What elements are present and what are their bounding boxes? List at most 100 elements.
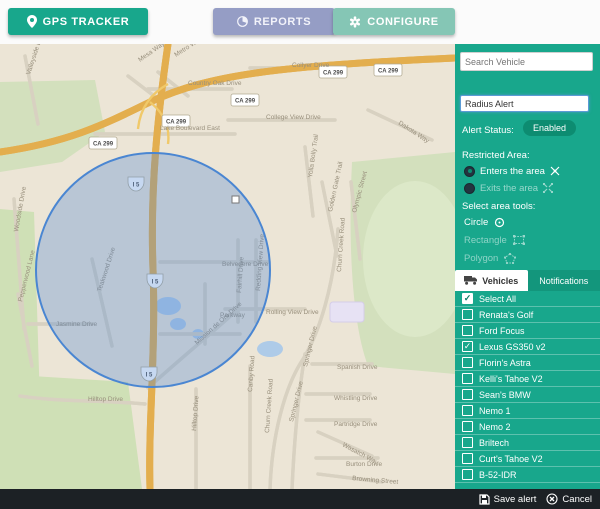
- street-label: Partridge Drive: [334, 421, 378, 428]
- vehicle-row[interactable]: Ford Focus: [455, 323, 600, 339]
- bottom-action-bar: Save alert Cancel: [0, 489, 600, 509]
- gps-tracker-label: GPS TRACKER: [43, 16, 130, 28]
- reports-label: REPORTS: [254, 16, 311, 28]
- vehicle-checkbox[interactable]: [462, 357, 473, 368]
- circle-tool-label: Circle: [464, 217, 488, 228]
- enters-area-label: Enters the area: [480, 166, 545, 177]
- svg-text:CA 299: CA 299: [323, 71, 344, 77]
- exits-area-label: Exits the area: [480, 183, 538, 194]
- radius-circle-overlay[interactable]: [36, 153, 270, 387]
- vehicle-name: Sean's BMW: [479, 390, 531, 400]
- vehicle-row[interactable]: ✓ Lexus GS350 v2: [455, 339, 600, 355]
- exit-area-icon: [543, 183, 553, 193]
- polygon-tool-label: Polygon: [464, 253, 498, 264]
- street-label: Burton Drive: [346, 461, 383, 468]
- reports-button[interactable]: REPORTS: [213, 8, 335, 35]
- configure-label: CONFIGURE: [367, 16, 438, 28]
- street-label: Spanish Drive: [337, 364, 378, 371]
- vehicle-row[interactable]: Florin's Astra: [455, 355, 600, 371]
- tab-vehicles[interactable]: Vehicles: [455, 270, 528, 291]
- vehicle-checkbox[interactable]: [462, 373, 473, 384]
- circle-tool-icon: [494, 217, 505, 228]
- vehicle-checkbox[interactable]: [462, 437, 473, 448]
- area-tools-label: Select area tools:: [462, 201, 535, 212]
- select-all-label: Select All: [479, 294, 516, 304]
- vehicle-name: Kelli's Tahoe V2: [479, 374, 543, 384]
- gps-tracker-button[interactable]: GPS TRACKER: [8, 8, 148, 35]
- cancel-icon: [546, 493, 558, 505]
- pie-chart-icon: [237, 16, 248, 27]
- rectangle-tool[interactable]: Rectangle: [464, 233, 525, 247]
- street-label: Country Oak Drive: [188, 80, 242, 87]
- save-alert-button[interactable]: Save alert: [479, 494, 537, 505]
- exits-area-option[interactable]: Exits the area: [464, 181, 553, 195]
- vehicle-list: ✓ Select All Renata's Golf Ford Focus ✓ Lex…: [455, 291, 600, 483]
- tab-notifications-label: Notifications: [539, 276, 588, 286]
- street-label: Collyer Drive: [292, 62, 330, 69]
- vehicle-row[interactable]: Renata's Golf: [455, 307, 600, 323]
- map-pin-icon: [27, 15, 37, 28]
- street-label: College View Drive: [266, 114, 321, 121]
- vehicle-checkbox[interactable]: [462, 325, 473, 336]
- street-label: Rolling View Drive: [266, 309, 319, 316]
- svg-text:CA 299: CA 299: [235, 99, 256, 105]
- vehicle-checkbox[interactable]: [462, 421, 473, 432]
- top-toolbar: GPS TRACKER REPORTS CONFIGURE: [0, 0, 600, 45]
- route-shield-ca299: CA 299: [374, 64, 402, 76]
- save-alert-label: Save alert: [494, 494, 537, 505]
- route-shield-ca299: CA 299: [231, 94, 259, 106]
- street-label: Whistling Drive: [334, 395, 378, 402]
- vehicle-name: Curt's Tahoe V2: [479, 454, 543, 464]
- vehicle-row[interactable]: Curt's Tahoe V2: [455, 451, 600, 467]
- alert-name-input[interactable]: [460, 95, 589, 112]
- search-vehicle-input[interactable]: [460, 52, 593, 71]
- polygon-tool[interactable]: Polygon: [464, 251, 516, 265]
- cancel-label: Cancel: [562, 494, 592, 505]
- vehicle-name: Florin's Astra: [479, 358, 531, 368]
- vehicle-checkbox[interactable]: [462, 309, 473, 320]
- save-icon: [479, 494, 490, 505]
- vehicle-row[interactable]: Nemo 2: [455, 419, 600, 435]
- rectangle-tool-label: Rectangle: [464, 235, 507, 246]
- map-building: [330, 302, 364, 322]
- vehicle-name: Nemo 1: [479, 406, 511, 416]
- restricted-area-label: Restricted Area:: [462, 150, 530, 161]
- map-panel[interactable]: CA 299CA 299CA 299CA 299CA 299I 5I 5I 5 …: [0, 44, 455, 489]
- vehicle-checkbox[interactable]: [462, 469, 473, 480]
- vehicle-row[interactable]: B-52-IDR: [455, 467, 600, 483]
- sidebar-tabs: Vehicles Notifications: [455, 270, 600, 291]
- vehicle-row[interactable]: Nemo 1: [455, 403, 600, 419]
- vehicle-name: B-52-IDR: [479, 470, 517, 480]
- vehicle-row[interactable]: Sean's BMW: [455, 387, 600, 403]
- cancel-button[interactable]: Cancel: [546, 493, 592, 505]
- circle-tool[interactable]: Circle: [464, 215, 505, 229]
- vehicle-row[interactable]: Briltech: [455, 435, 600, 451]
- alert-status-toggle[interactable]: Enabled: [523, 120, 576, 136]
- configure-button[interactable]: CONFIGURE: [333, 8, 455, 35]
- rectangle-tool-icon: [513, 235, 525, 245]
- route-shield-ca299: CA 299: [89, 137, 117, 149]
- vehicle-row[interactable]: Kelli's Tahoe V2: [455, 371, 600, 387]
- vehicle-checkbox[interactable]: [462, 453, 473, 464]
- enters-area-option[interactable]: Enters the area: [464, 164, 560, 178]
- vehicle-name: Ford Focus: [479, 326, 525, 336]
- gps-tracker-app: GPS TRACKER REPORTS CONFIGURE: [0, 0, 600, 509]
- select-all-checkbox[interactable]: ✓: [462, 293, 473, 304]
- tab-notifications[interactable]: Notifications: [528, 270, 600, 291]
- street-label: Hilltop Drive: [88, 396, 123, 403]
- vehicle-name: Lexus GS350 v2: [479, 342, 546, 352]
- circle-resize-handle[interactable]: [232, 196, 239, 203]
- alert-sidebar: Alert Status: Enabled Restricted Area: E…: [455, 44, 600, 489]
- vehicle-name: Renata's Golf: [479, 310, 533, 320]
- exits-area-radio[interactable]: [464, 183, 475, 194]
- tab-vehicles-label: Vehicles: [482, 276, 518, 286]
- vehicle-checkbox[interactable]: [462, 405, 473, 416]
- vehicle-checkbox[interactable]: [462, 389, 473, 400]
- gear-icon: [349, 16, 361, 28]
- vehicle-checkbox[interactable]: ✓: [462, 341, 473, 352]
- select-all-row[interactable]: ✓ Select All: [455, 291, 600, 307]
- enters-area-radio[interactable]: [464, 166, 475, 177]
- map-canvas[interactable]: CA 299CA 299CA 299CA 299CA 299I 5I 5I 5 …: [0, 44, 455, 489]
- vehicle-name: Briltech: [479, 438, 509, 448]
- svg-text:CA 299: CA 299: [378, 69, 399, 75]
